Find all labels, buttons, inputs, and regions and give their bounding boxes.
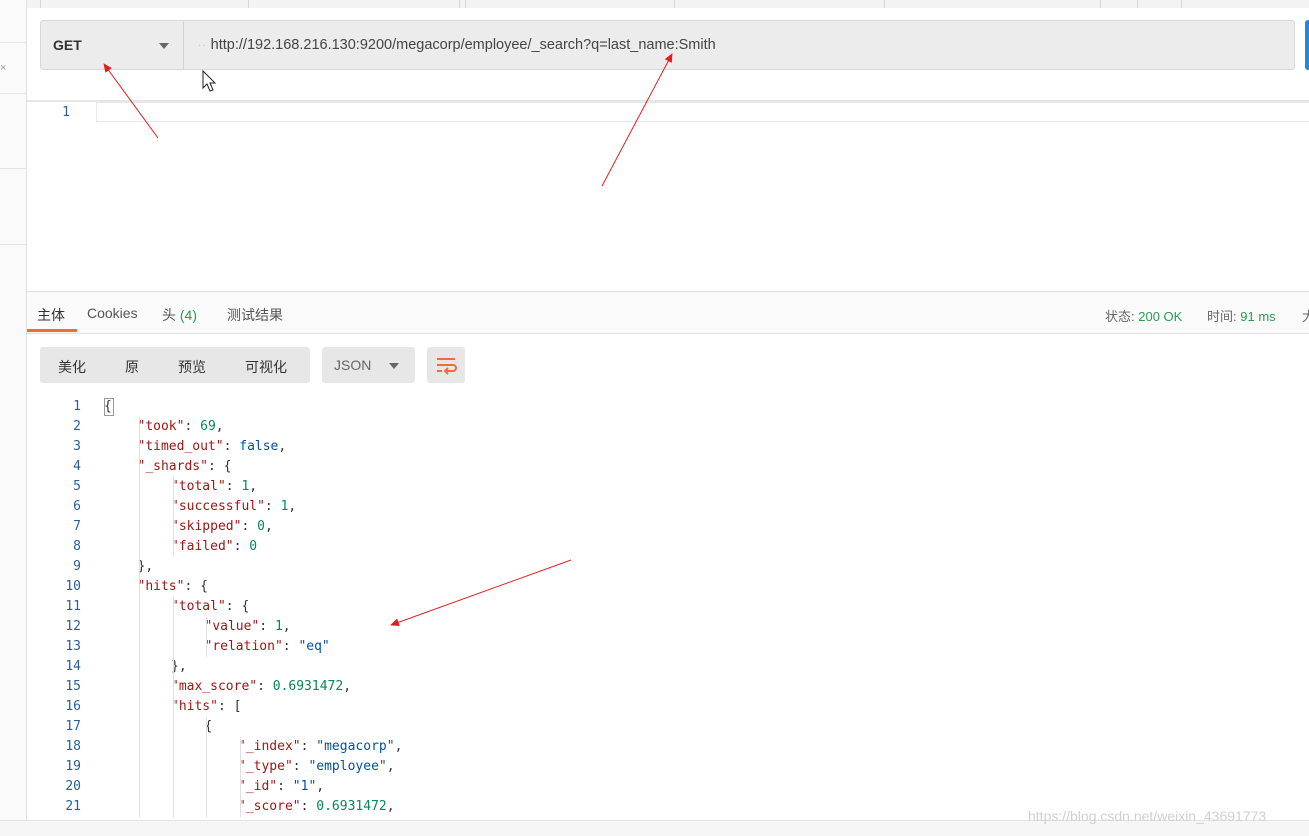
annotation-arrow (103, 63, 159, 139)
annotation-arrow (601, 53, 673, 187)
postman-window: × GET ·· http://192.168.216.130:9200/meg… (0, 0, 1309, 836)
annotation-overlay (103, 53, 673, 627)
annotation-arrow (390, 559, 572, 627)
mouse-pointer-icon (202, 69, 217, 92)
